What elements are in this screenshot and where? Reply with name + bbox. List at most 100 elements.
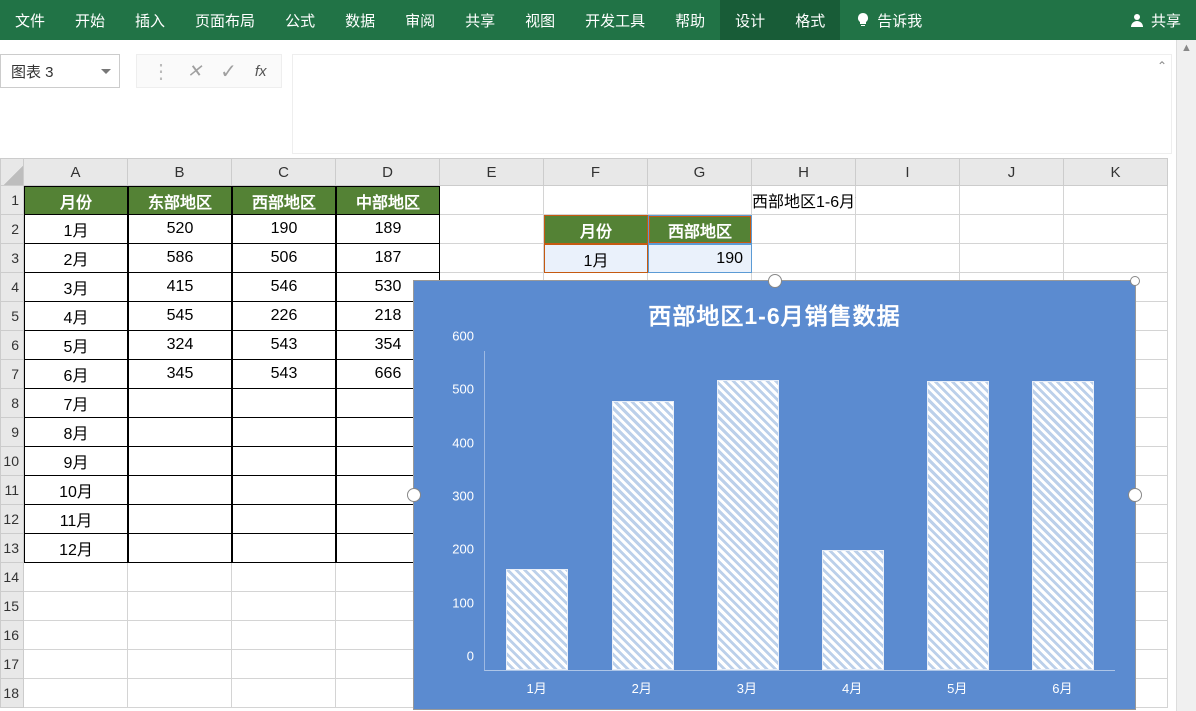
cell[interactable]	[24, 621, 128, 650]
chart-bar[interactable]	[927, 381, 989, 670]
row-header[interactable]: 8	[0, 389, 24, 418]
cell[interactable]	[232, 447, 336, 476]
name-box[interactable]: 图表 3	[0, 54, 120, 88]
scroll-up-icon[interactable]: ▲	[1181, 42, 1192, 54]
tab-home[interactable]: 开始	[60, 0, 120, 40]
row-header[interactable]: 15	[0, 592, 24, 621]
cell[interactable]: 520	[128, 215, 232, 244]
cell[interactable]	[960, 244, 1064, 273]
chart-object[interactable]: 西部地区1-6月销售数据 0100200300400500600 1月2月3月4…	[413, 280, 1136, 710]
cell[interactable]: 8月	[24, 418, 128, 447]
cell[interactable]: 月份	[544, 215, 648, 244]
cell[interactable]	[24, 563, 128, 592]
cell[interactable]: 546	[232, 273, 336, 302]
cell[interactable]: 1月	[544, 244, 648, 273]
row-header[interactable]: 12	[0, 505, 24, 534]
cell[interactable]	[232, 650, 336, 679]
cell[interactable]	[128, 447, 232, 476]
cell[interactable]	[1064, 244, 1168, 273]
chart-bar[interactable]	[1032, 381, 1094, 670]
cell[interactable]	[24, 592, 128, 621]
col-header-J[interactable]: J	[960, 158, 1064, 186]
cell[interactable]: 中部地区	[336, 186, 440, 215]
cell[interactable]	[440, 244, 544, 273]
cell[interactable]: 543	[232, 360, 336, 389]
cell[interactable]: 190	[232, 215, 336, 244]
tab-review[interactable]: 审阅	[390, 0, 450, 40]
tab-file[interactable]: 文件	[0, 0, 60, 40]
cell[interactable]	[544, 186, 648, 215]
vertical-scrollbar[interactable]: ▲	[1176, 40, 1196, 711]
cell[interactable]	[232, 534, 336, 563]
row-header[interactable]: 2	[0, 215, 24, 244]
cell[interactable]: 226	[232, 302, 336, 331]
cell[interactable]: 189	[336, 215, 440, 244]
cell[interactable]	[232, 389, 336, 418]
cell[interactable]	[24, 650, 128, 679]
col-header-F[interactable]: F	[544, 158, 648, 186]
col-header-H[interactable]: H	[752, 158, 856, 186]
row-header[interactable]: 9	[0, 418, 24, 447]
cell[interactable]	[232, 679, 336, 708]
tell-me[interactable]: 告诉我	[840, 0, 937, 40]
cell[interactable]	[856, 186, 960, 215]
expand-icon[interactable]: ⌃	[1157, 59, 1167, 73]
row-header[interactable]: 6	[0, 331, 24, 360]
cell[interactable]	[128, 621, 232, 650]
chart-bar[interactable]	[822, 550, 884, 670]
cell[interactable]: 586	[128, 244, 232, 273]
chart-handle-right[interactable]	[1128, 488, 1142, 502]
tab-design[interactable]: 设计	[720, 0, 780, 40]
chart-plot-area[interactable]: 0100200300400500600 1月2月3月4月5月6月	[444, 351, 1115, 699]
cancel-icon[interactable]: ✕	[187, 61, 202, 82]
cell[interactable]: 506	[232, 244, 336, 273]
cell[interactable]	[128, 505, 232, 534]
row-header[interactable]: 4	[0, 273, 24, 302]
cell[interactable]: 3月	[24, 273, 128, 302]
cell[interactable]	[232, 418, 336, 447]
cell[interactable]	[128, 534, 232, 563]
cell[interactable]: 7月	[24, 389, 128, 418]
share-button[interactable]: 共享	[1114, 0, 1196, 40]
cell[interactable]	[128, 650, 232, 679]
cell[interactable]	[232, 563, 336, 592]
col-header-E[interactable]: E	[440, 158, 544, 186]
chart-bar[interactable]	[612, 401, 674, 670]
col-header-G[interactable]: G	[648, 158, 752, 186]
cell[interactable]: 415	[128, 273, 232, 302]
cell[interactable]: 12月	[24, 534, 128, 563]
row-header[interactable]: 17	[0, 650, 24, 679]
tab-pagelayout[interactable]: 页面布局	[180, 0, 270, 40]
cell[interactable]: 10月	[24, 476, 128, 505]
drag-handle-icon[interactable]: ⋮	[151, 59, 169, 84]
col-header-C[interactable]: C	[232, 158, 336, 186]
cell[interactable]: 190	[648, 244, 752, 273]
chart-title[interactable]: 西部地区1-6月销售数据	[414, 281, 1135, 341]
chart-bar[interactable]	[717, 380, 779, 670]
row-header[interactable]: 5	[0, 302, 24, 331]
col-header-I[interactable]: I	[856, 158, 960, 186]
cell[interactable]: 5月	[24, 331, 128, 360]
chart-handle-top-right[interactable]	[1130, 276, 1140, 286]
cell[interactable]: 4月	[24, 302, 128, 331]
cell[interactable]	[128, 389, 232, 418]
cell[interactable]	[128, 592, 232, 621]
col-header-B[interactable]: B	[128, 158, 232, 186]
cell[interactable]	[24, 679, 128, 708]
cell[interactable]: 545	[128, 302, 232, 331]
row-header[interactable]: 7	[0, 360, 24, 389]
select-all-corner[interactable]	[0, 158, 24, 186]
col-header-D[interactable]: D	[336, 158, 440, 186]
cell[interactable]: 324	[128, 331, 232, 360]
cell[interactable]	[232, 476, 336, 505]
cell[interactable]: 9月	[24, 447, 128, 476]
cell[interactable]: 2月	[24, 244, 128, 273]
cell[interactable]	[128, 476, 232, 505]
chart-bar[interactable]	[506, 569, 568, 670]
tab-view[interactable]: 视图	[510, 0, 570, 40]
tab-devtools[interactable]: 开发工具	[570, 0, 660, 40]
cell[interactable]: 西部地区	[232, 186, 336, 215]
row-header[interactable]: 3	[0, 244, 24, 273]
chart-handle-top[interactable]	[768, 274, 782, 288]
cell[interactable]: 6月	[24, 360, 128, 389]
